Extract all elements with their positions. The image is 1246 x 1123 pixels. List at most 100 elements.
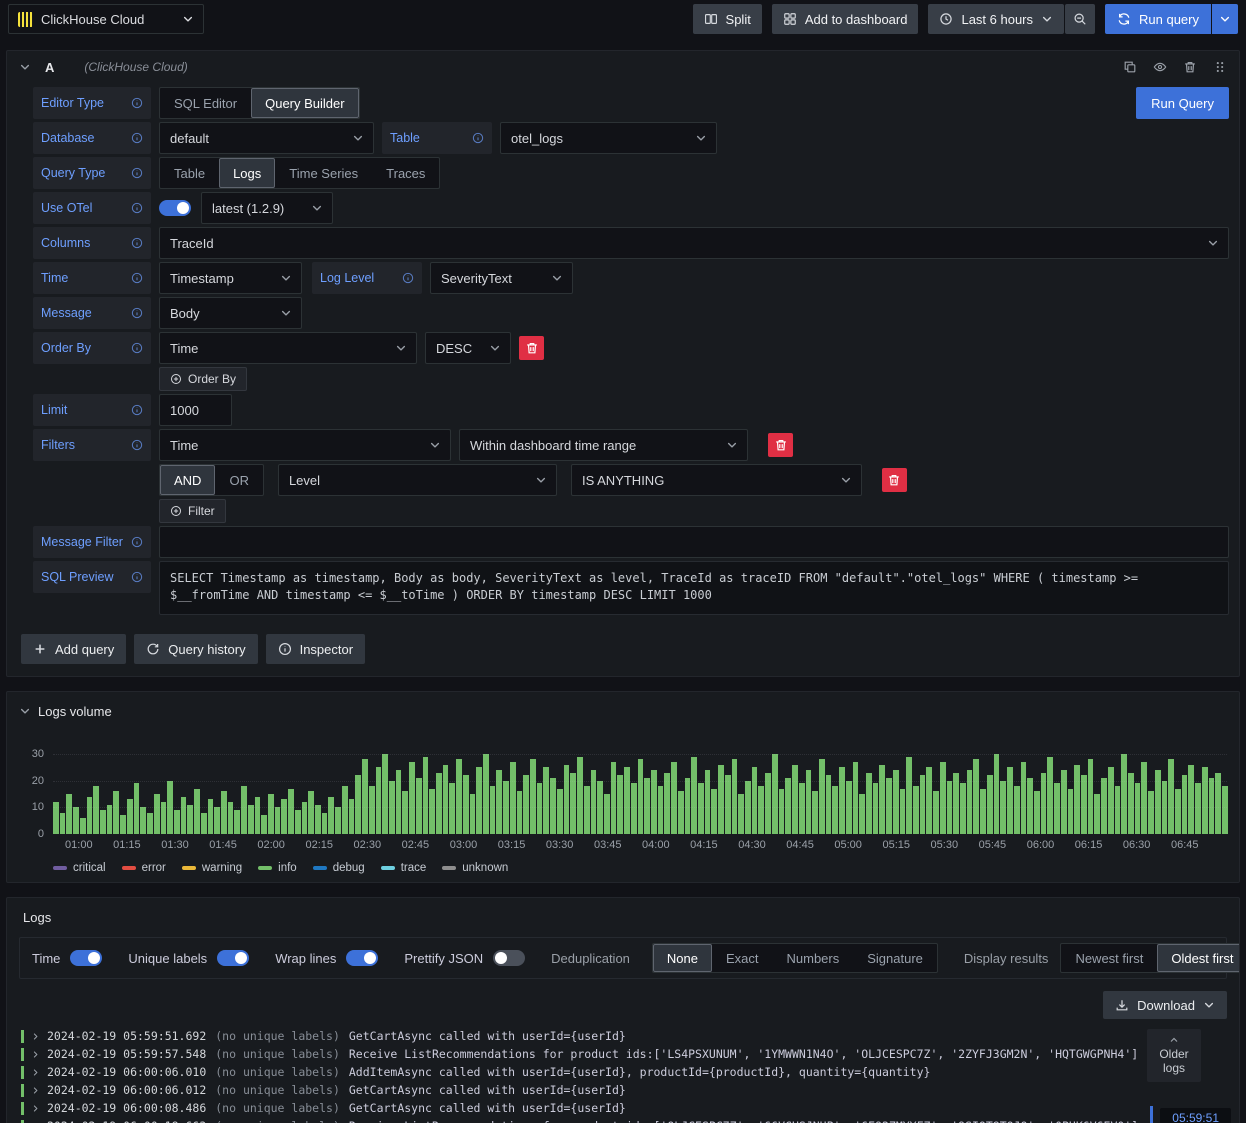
option-table[interactable]: Table bbox=[160, 158, 219, 188]
option-none[interactable]: None bbox=[652, 944, 712, 972]
chevron-down-icon bbox=[19, 705, 31, 717]
use-otel-toggle[interactable] bbox=[159, 200, 191, 216]
option-signature[interactable]: Signature bbox=[853, 944, 937, 972]
legend-item-unknown[interactable]: unknown bbox=[442, 862, 508, 874]
duplicate-query-icon[interactable] bbox=[1123, 60, 1137, 74]
run-query-button[interactable]: Run query bbox=[1105, 4, 1211, 34]
y-tick: 0 bbox=[37, 828, 44, 840]
logs-volume-bars bbox=[53, 746, 1228, 834]
remove-order-by-button[interactable] bbox=[519, 336, 544, 360]
condition-operator-select[interactable]: IS ANYTHING bbox=[570, 464, 862, 496]
prettify-json-toggle[interactable] bbox=[493, 950, 526, 966]
drag-handle-icon[interactable] bbox=[1213, 60, 1227, 74]
delete-query-icon[interactable] bbox=[1183, 60, 1197, 74]
expand-log-row-icon[interactable] bbox=[31, 1050, 40, 1059]
option-exact[interactable]: Exact bbox=[712, 944, 773, 972]
legend-item-debug[interactable]: debug bbox=[312, 862, 365, 874]
remove-condition-button[interactable] bbox=[881, 468, 907, 492]
option-or[interactable]: OR bbox=[215, 465, 263, 495]
datasource-picker[interactable]: ClickHouse Cloud bbox=[8, 4, 204, 34]
time-range-picker[interactable]: Last 6 hours bbox=[928, 4, 1065, 34]
volume-bar bbox=[1208, 778, 1215, 834]
option-traces[interactable]: Traces bbox=[372, 158, 439, 188]
logs-volume-legend: critical error warning info debug trace unknow… bbox=[53, 862, 1227, 874]
expand-log-row-icon[interactable] bbox=[31, 1032, 40, 1041]
log-level-select[interactable]: SeverityText bbox=[430, 262, 573, 294]
unique-labels-toggle[interactable] bbox=[217, 950, 250, 966]
split-button[interactable]: Split bbox=[692, 4, 762, 34]
legend-item-critical[interactable]: critical bbox=[53, 862, 106, 874]
remove-filter-button[interactable] bbox=[768, 433, 793, 457]
gridline bbox=[53, 780, 1227, 782]
log-row[interactable]: 2024-02-19 06:00:06.012 (no unique labels… bbox=[19, 1081, 1227, 1099]
volume-bar bbox=[1101, 778, 1107, 834]
log-row[interactable]: 2024-02-19 06:00:18.663 (no unique labels… bbox=[19, 1117, 1227, 1123]
toggle-query-visibility-icon[interactable] bbox=[1153, 60, 1167, 74]
option-time-series[interactable]: Time Series bbox=[275, 158, 372, 188]
query-history-button[interactable]: Query history bbox=[134, 634, 258, 664]
message-filter-input[interactable] bbox=[159, 526, 1229, 558]
legend-item-trace[interactable]: trace bbox=[380, 862, 426, 874]
volume-bar bbox=[274, 807, 281, 834]
chevron-down-icon bbox=[695, 132, 707, 144]
option-oldest-first[interactable]: Oldest first bbox=[1157, 944, 1239, 972]
columns-label: Columns bbox=[33, 227, 151, 259]
inspector-button[interactable]: Inspector bbox=[265, 634, 366, 664]
log-row[interactable]: 2024-02-19 06:00:06.010 (no unique labels… bbox=[19, 1063, 1227, 1081]
volume-bar bbox=[79, 818, 86, 834]
run-query-inline-button[interactable]: Run Query bbox=[1136, 87, 1229, 119]
columns-select[interactable]: TraceId bbox=[159, 227, 1229, 259]
time-column-select[interactable]: Timestamp bbox=[159, 262, 302, 294]
volume-bar bbox=[758, 786, 765, 834]
option-query-builder[interactable]: Query Builder bbox=[251, 88, 359, 118]
filter-operator-select[interactable]: Within dashboard time range bbox=[459, 429, 748, 461]
add-query-button[interactable]: Add query bbox=[21, 634, 127, 664]
legend-swatch bbox=[258, 866, 273, 870]
message-column-select[interactable]: Body bbox=[159, 297, 302, 329]
download-button[interactable]: Download bbox=[1103, 991, 1227, 1019]
label-text: Message bbox=[41, 306, 92, 320]
database-select[interactable]: default bbox=[159, 122, 374, 154]
condition-field-select[interactable]: Level bbox=[277, 464, 557, 496]
add-filter-button[interactable]: Filter bbox=[159, 499, 226, 523]
legend-item-info[interactable]: info bbox=[258, 862, 297, 874]
table-select[interactable]: otel_logs bbox=[500, 122, 717, 154]
log-row[interactable]: 2024-02-19 06:00:08.486 (no unique labels… bbox=[19, 1099, 1227, 1117]
volume-bar bbox=[395, 770, 402, 834]
expand-log-row-icon[interactable] bbox=[31, 1104, 40, 1113]
volume-bar bbox=[899, 788, 906, 834]
wrap-lines-toggle[interactable] bbox=[346, 950, 379, 966]
option-numbers[interactable]: Numbers bbox=[773, 944, 854, 972]
editor-type-switcher: SQL Editor Query Builder bbox=[159, 87, 360, 119]
volume-bar bbox=[966, 770, 973, 834]
add-to-dashboard-button[interactable]: Add to dashboard bbox=[771, 4, 919, 34]
option-and[interactable]: AND bbox=[160, 465, 216, 495]
order-by-direction-select[interactable]: DESC bbox=[425, 332, 511, 364]
log-row[interactable]: 2024-02-19 05:59:57.548 (no unique labels… bbox=[19, 1045, 1227, 1063]
chevron-down-icon bbox=[395, 342, 407, 354]
scroll-position-indicator[interactable] bbox=[1150, 1106, 1154, 1123]
otel-version-select[interactable]: latest (1.2.9) bbox=[201, 192, 333, 224]
option-newest-first[interactable]: Newest first bbox=[1061, 944, 1157, 972]
logs-volume-header[interactable]: Logs volume bbox=[19, 700, 1227, 722]
volume-bar bbox=[362, 759, 368, 834]
zoom-out-button[interactable] bbox=[1065, 4, 1096, 34]
option-logs[interactable]: Logs bbox=[219, 158, 276, 188]
option-sql-editor[interactable]: SQL Editor bbox=[160, 88, 251, 118]
run-query-dropdown[interactable] bbox=[1212, 4, 1238, 34]
log-row[interactable]: 2024-02-19 05:59:51.692 (no unique labels… bbox=[19, 1027, 1227, 1045]
legend-item-warning[interactable]: warning bbox=[181, 862, 242, 874]
expand-log-row-icon[interactable] bbox=[31, 1086, 40, 1095]
time-toggle[interactable] bbox=[70, 950, 103, 966]
volume-bar bbox=[530, 759, 536, 834]
order-by-column-select[interactable]: Time bbox=[159, 332, 417, 364]
legend-item-error[interactable]: error bbox=[121, 862, 166, 874]
legend-label: unknown bbox=[462, 862, 509, 874]
filter-field-select[interactable]: Time bbox=[159, 429, 451, 461]
expand-log-row-icon[interactable] bbox=[31, 1068, 40, 1077]
older-logs-button[interactable]: Older logs bbox=[1147, 1029, 1201, 1082]
query-collapse-toggle[interactable]: A (ClickHouse Cloud) bbox=[19, 60, 188, 75]
add-order-by-button[interactable]: Order By bbox=[159, 367, 248, 391]
limit-input[interactable] bbox=[159, 394, 232, 426]
caret-up-icon bbox=[1168, 1034, 1180, 1046]
